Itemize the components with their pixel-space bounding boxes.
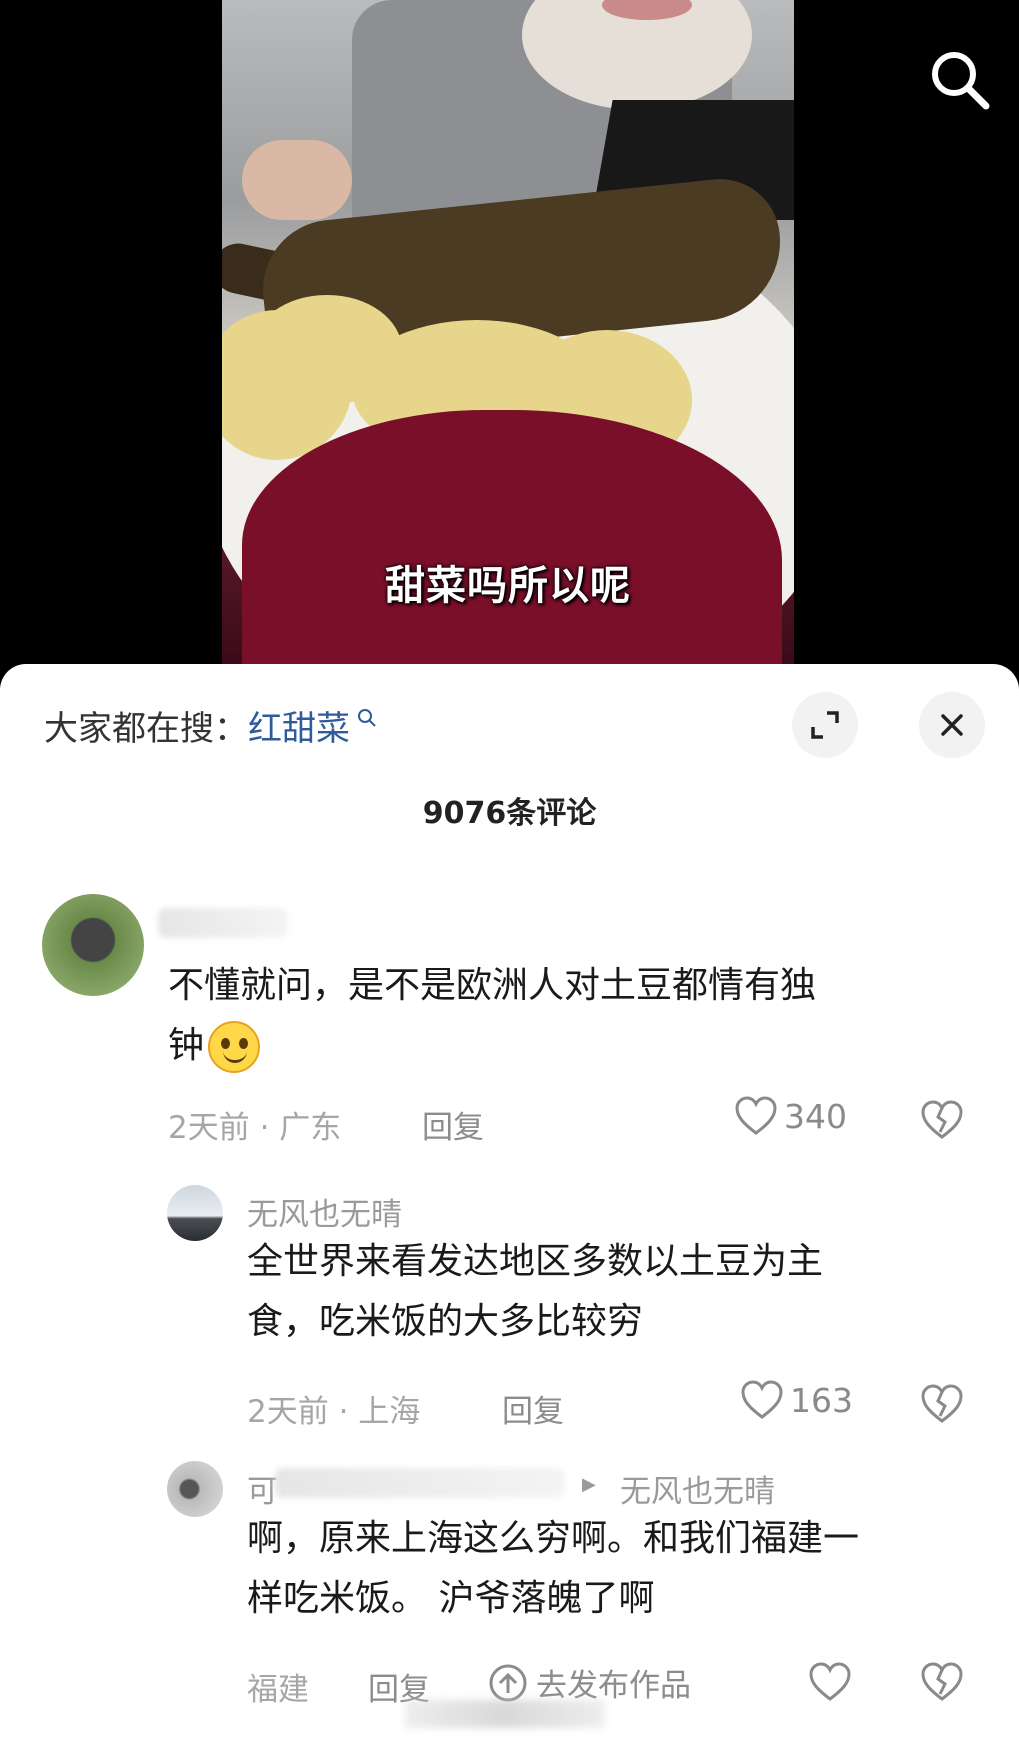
comment-text-line: 不懂就问，是不是欧洲人对土豆都情有独 [168, 965, 817, 1006]
like-count: 340 [784, 1096, 847, 1136]
publish-label: 去发布作品 [536, 1668, 691, 1704]
watermark [405, 1700, 605, 1728]
comment-text: 不懂就问，是不是欧洲人对土豆都情有独 钟 [168, 956, 968, 1076]
reply-text-line: 全世界来看发达地区多数以土豆为主 [247, 1241, 824, 1282]
expand-icon [811, 711, 839, 739]
heart-icon [735, 1096, 777, 1135]
reply-text-line: 样吃米饭。 沪爷落魄了啊 [247, 1578, 655, 1619]
broken-heart-icon [921, 1384, 963, 1423]
comment-text-line: 钟 [168, 1016, 968, 1076]
username[interactable]: 无风也无晴 [247, 1189, 402, 1234]
smile-emoji-icon [208, 1021, 261, 1073]
trending-keyword[interactable]: 红甜菜 [248, 709, 350, 749]
reply-button[interactable]: 回复 [422, 1102, 484, 1147]
video-subtitle: 甜菜吗所以呢 [385, 563, 631, 609]
dislike-button[interactable] [920, 1384, 964, 1428]
like-count: 163 [790, 1380, 853, 1420]
search-button[interactable] [924, 44, 996, 116]
broken-heart-icon [921, 1662, 963, 1701]
close-button[interactable] [919, 692, 985, 758]
expand-button[interactable] [792, 692, 858, 758]
video-hand [242, 140, 352, 220]
dislike-button[interactable] [920, 1662, 964, 1706]
avatar[interactable] [167, 1185, 223, 1241]
reply-meta: 2天前 · 上海 [247, 1394, 421, 1430]
username-redacted [158, 908, 288, 938]
reply-meta: 福建 [247, 1672, 309, 1708]
reply-text: 啊，原来上海这么穷啊。和我们福建一 样吃米饭。 沪爷落魄了啊 [247, 1509, 1007, 1629]
reply-to-username[interactable]: 无风也无晴 [620, 1466, 775, 1511]
comment-meta: 2天前 · 广东 [168, 1110, 342, 1146]
comment-count: 9076条评论 [422, 796, 597, 831]
upload-icon [489, 1664, 527, 1701]
like-button[interactable]: 163 [740, 1380, 853, 1420]
reply-text: 全世界来看发达地区多数以土豆为主 食，吃米饭的大多比较穷 [247, 1232, 987, 1352]
reply-text-line: 啊，原来上海这么穷啊。和我们福建一 [247, 1518, 860, 1559]
reply-text-line: 食，吃米饭的大多比较穷 [247, 1301, 644, 1342]
dislike-button[interactable] [920, 1100, 964, 1144]
heart-icon [809, 1662, 851, 1701]
heart-icon [741, 1380, 783, 1419]
like-button[interactable] [808, 1662, 852, 1706]
reply-button[interactable]: 回复 [502, 1386, 564, 1431]
like-button[interactable]: 340 [734, 1096, 847, 1136]
username-redacted [275, 1468, 565, 1498]
trending-search[interactable]: 大家都在搜：红甜菜 [44, 701, 377, 750]
screen: 甜菜吗所以呢 大家都在搜：红甜菜 9076条评论 不懂就问，是不是欧洲人对土豆都… [0, 0, 1019, 1740]
broken-heart-icon [921, 1100, 963, 1139]
trending-prefix: 大家都在搜： [44, 709, 248, 749]
search-icon [932, 52, 990, 110]
username-fragment[interactable]: 可 [247, 1466, 278, 1511]
close-icon [941, 714, 963, 736]
reply-arrow-icon: ▶ [582, 1474, 596, 1495]
search-icon [350, 708, 377, 734]
avatar[interactable] [42, 894, 144, 996]
comment-sheet: 大家都在搜：红甜菜 9076条评论 不懂就问，是不是欧洲人对土豆都情有独 钟 2… [0, 664, 1019, 1740]
video-player[interactable]: 甜菜吗所以呢 [222, 0, 794, 665]
publish-button[interactable]: 去发布作品 [488, 1660, 691, 1705]
avatar[interactable] [167, 1461, 223, 1517]
comment-text-tail: 钟 [168, 1025, 205, 1066]
